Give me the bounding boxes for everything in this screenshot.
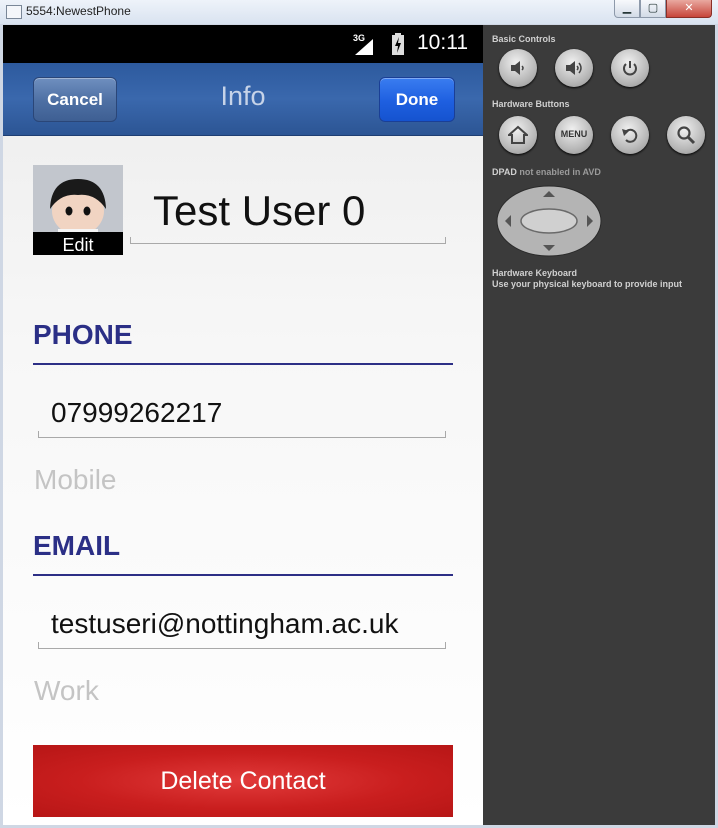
status-bar: 3G 10:11 [3,25,483,63]
minimize-button[interactable]: ▁ [614,0,640,18]
name-field[interactable]: Test User 0 [130,185,446,244]
phone-section-divider [33,363,453,365]
window-title: 5554:NewestPhone [26,4,131,18]
email-field[interactable]: testuseri@nottingham.ac.uk [38,602,446,649]
home-icon [508,125,528,144]
hardware-keyboard-note: Use your physical keyboard to provide in… [492,279,683,289]
home-button[interactable] [499,116,537,154]
avatar[interactable]: Edit [33,165,123,255]
dpad-note: not enabled in AVD [519,167,601,177]
app-window-icon [6,5,22,19]
page-title: Info [220,81,266,111]
phone-screen: 3G 10:11 Cancel Info Done Edit Test User… [3,25,483,825]
basic-controls-label: Basic Controls [492,34,556,44]
phone-type-label[interactable]: Mobile [34,464,116,496]
close-button[interactable]: ✕ [666,0,712,18]
volume-down-button[interactable] [499,49,537,87]
hardware-keyboard-label: Hardware Keyboard [492,268,578,278]
dpad-title: DPAD [492,167,517,177]
phone-section-header: PHONE [33,319,133,350]
phone-field[interactable]: 07999262217 [38,391,446,438]
email-value: testuseri@nottingham.ac.uk [51,608,399,639]
volume-up-button[interactable] [555,49,593,87]
dpad[interactable] [496,185,602,257]
dpad-label: DPAD not enabled in AVD [492,167,601,177]
dpad-icon [496,185,602,257]
back-icon [622,128,638,143]
menu-button[interactable]: MENU [555,116,593,154]
back-button[interactable] [611,116,649,154]
search-icon [677,126,696,145]
battery-icon [392,33,404,55]
maximize-button[interactable]: ▢ [640,0,666,18]
power-button[interactable] [611,49,649,87]
window-titlebar: 5554:NewestPhone ▁ ▢ ✕ [0,0,718,25]
delete-contact-button[interactable]: Delete Contact [33,745,453,817]
menu-icon: MENU [560,129,588,139]
done-button[interactable]: Done [379,77,455,122]
email-section-header: EMAIL [33,530,121,561]
name-value: Test User 0 [153,187,366,234]
volume-down-icon [511,61,524,75]
close-icon: ✕ [684,1,694,14]
cancel-button[interactable]: Cancel [33,77,117,122]
status-time: 10:11 [417,31,468,54]
emulator-control-panel: Basic Controls Hardware Buttons MENU DPA… [483,25,715,825]
avatar-edit-label[interactable]: Edit [33,232,123,255]
minimize-icon: ▁ [622,1,632,14]
email-type-label[interactable]: Work [34,675,99,707]
signal-strength-icon [355,39,373,55]
hardware-buttons-label: Hardware Buttons [492,99,570,109]
phone-value: 07999262217 [51,397,223,428]
nav-bar: Cancel Info Done [3,63,483,136]
search-button[interactable] [667,116,705,154]
maximize-icon: ▢ [647,1,659,14]
volume-up-icon [566,61,582,75]
power-icon [623,61,637,76]
email-section-divider [33,574,453,576]
